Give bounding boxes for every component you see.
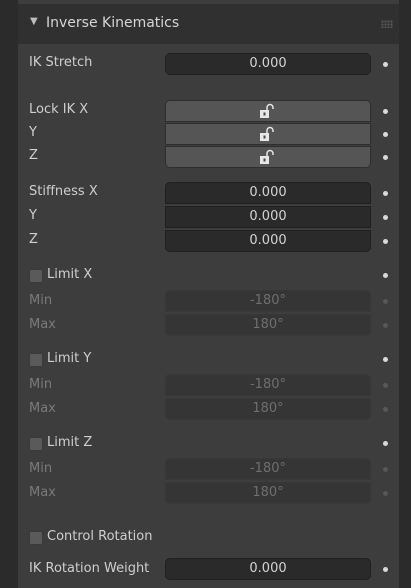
limit-x-checkbox[interactable] <box>29 269 43 283</box>
ik-rotation-weight-keyframe-dot[interactable] <box>383 567 388 572</box>
limit-x-min-field[interactable]: -180° <box>165 290 371 312</box>
limit-y-max-keyframe-dot <box>383 407 388 412</box>
stiffness-y-label: Y <box>29 208 37 223</box>
stiffness-y-keyframe-dot[interactable] <box>383 215 388 220</box>
limit-y-label[interactable]: Limit Y <box>47 351 91 366</box>
stiffness-z-label: Z <box>29 232 38 247</box>
inverse-kinematics-panel: ▼ Inverse Kinematics IK Stretch 0.000 Lo… <box>18 0 399 588</box>
limit-z-checkbox[interactable] <box>29 437 43 451</box>
limit-z-max-keyframe-dot <box>383 491 388 496</box>
lock-ik-x-label: Lock IK X <box>29 102 89 117</box>
limit-z-max-field[interactable]: 180° <box>165 482 371 504</box>
stiffness-z-keyframe-dot[interactable] <box>383 239 388 244</box>
control-rotation-checkbox[interactable] <box>29 531 43 545</box>
stiffness-x-keyframe-dot[interactable] <box>383 191 388 196</box>
control-rotation-label[interactable]: Control Rotation <box>47 529 153 544</box>
limit-x-min-label: Min <box>29 293 53 308</box>
limit-x-min-keyframe-dot <box>383 299 388 304</box>
limit-x-max-label: Max <box>29 317 56 332</box>
stiffness-x-field[interactable]: 0.000 <box>165 182 371 204</box>
triangle-down-icon[interactable]: ▼ <box>30 16 38 27</box>
limit-x-keyframe-dot[interactable] <box>383 273 388 278</box>
lock-ik-x-toggle[interactable] <box>165 100 371 122</box>
limit-y-checkbox[interactable] <box>29 353 43 367</box>
unlocked-padlock-icon <box>260 103 274 118</box>
limit-y-min-field[interactable]: -180° <box>165 374 371 396</box>
lock-ik-x-keyframe-dot[interactable] <box>383 109 388 114</box>
limit-x-max-keyframe-dot <box>383 323 388 328</box>
lock-ik-z-label: Z <box>29 148 38 163</box>
limit-z-min-keyframe-dot <box>383 467 388 472</box>
grip-dots-icon[interactable] <box>381 20 393 28</box>
limit-y-max-field[interactable]: 180° <box>165 398 371 420</box>
lock-ik-z-keyframe-dot[interactable] <box>383 155 388 160</box>
lock-ik-z-toggle[interactable] <box>165 146 371 168</box>
limit-z-label[interactable]: Limit Z <box>47 435 92 450</box>
limit-x-max-field[interactable]: 180° <box>165 314 371 336</box>
ik-rotation-weight-field[interactable]: 0.000 <box>165 558 371 580</box>
stiffness-x-label: Stiffness X <box>29 184 98 199</box>
ik-stretch-field[interactable]: 0.000 <box>165 53 371 75</box>
stiffness-y-field[interactable]: 0.000 <box>165 206 371 228</box>
unlocked-padlock-icon <box>260 126 274 141</box>
lock-ik-y-toggle[interactable] <box>165 123 371 145</box>
unlocked-padlock-icon <box>260 149 274 164</box>
ik-stretch-label: IK Stretch <box>29 55 93 70</box>
ik-rotation-weight-label: IK Rotation Weight <box>29 561 150 576</box>
limit-y-keyframe-dot[interactable] <box>383 357 388 362</box>
panel-title: Inverse Kinematics <box>46 15 180 31</box>
limit-z-min-field[interactable]: -180° <box>165 458 371 480</box>
lock-ik-y-label: Y <box>29 125 37 140</box>
limit-z-max-label: Max <box>29 485 56 500</box>
limit-z-keyframe-dot[interactable] <box>383 441 388 446</box>
limit-x-label[interactable]: Limit X <box>47 267 92 282</box>
panel-header[interactable]: ▼ Inverse Kinematics <box>18 4 399 44</box>
ik-stretch-keyframe-dot[interactable] <box>383 62 388 67</box>
limit-y-min-label: Min <box>29 377 53 392</box>
limit-z-min-label: Min <box>29 461 53 476</box>
limit-y-min-keyframe-dot <box>383 383 388 388</box>
stiffness-z-field[interactable]: 0.000 <box>165 230 371 252</box>
limit-y-max-label: Max <box>29 401 56 416</box>
lock-ik-y-keyframe-dot[interactable] <box>383 132 388 137</box>
